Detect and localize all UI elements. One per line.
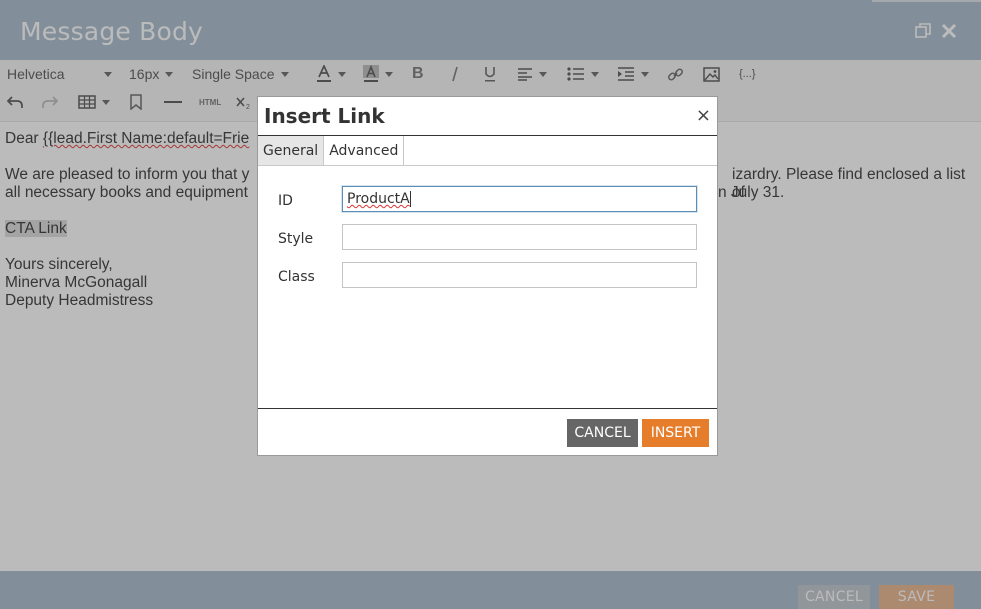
insert-button[interactable]: INSERT: [642, 419, 709, 447]
style-field[interactable]: [342, 224, 697, 250]
dialog-tabs: General Advanced: [258, 136, 717, 166]
id-field[interactable]: ProductA: [342, 186, 697, 212]
tab-general[interactable]: General: [258, 136, 325, 165]
dialog-close-icon[interactable]: ×: [696, 106, 711, 126]
insert-link-dialog: Insert Link × General Advanced ID Produc…: [257, 96, 718, 456]
tab-advanced[interactable]: Advanced: [324, 136, 405, 165]
text-caret: [409, 191, 411, 207]
dialog-title: Insert Link: [264, 104, 385, 128]
class-label: Class: [278, 269, 315, 285]
cancel-button[interactable]: CANCEL: [567, 419, 638, 447]
style-label: Style: [278, 231, 314, 247]
id-label: ID: [278, 193, 293, 209]
id-field-value: ProductA: [347, 191, 410, 207]
class-field[interactable]: [342, 262, 697, 288]
dialog-divider-bottom: [258, 408, 717, 409]
